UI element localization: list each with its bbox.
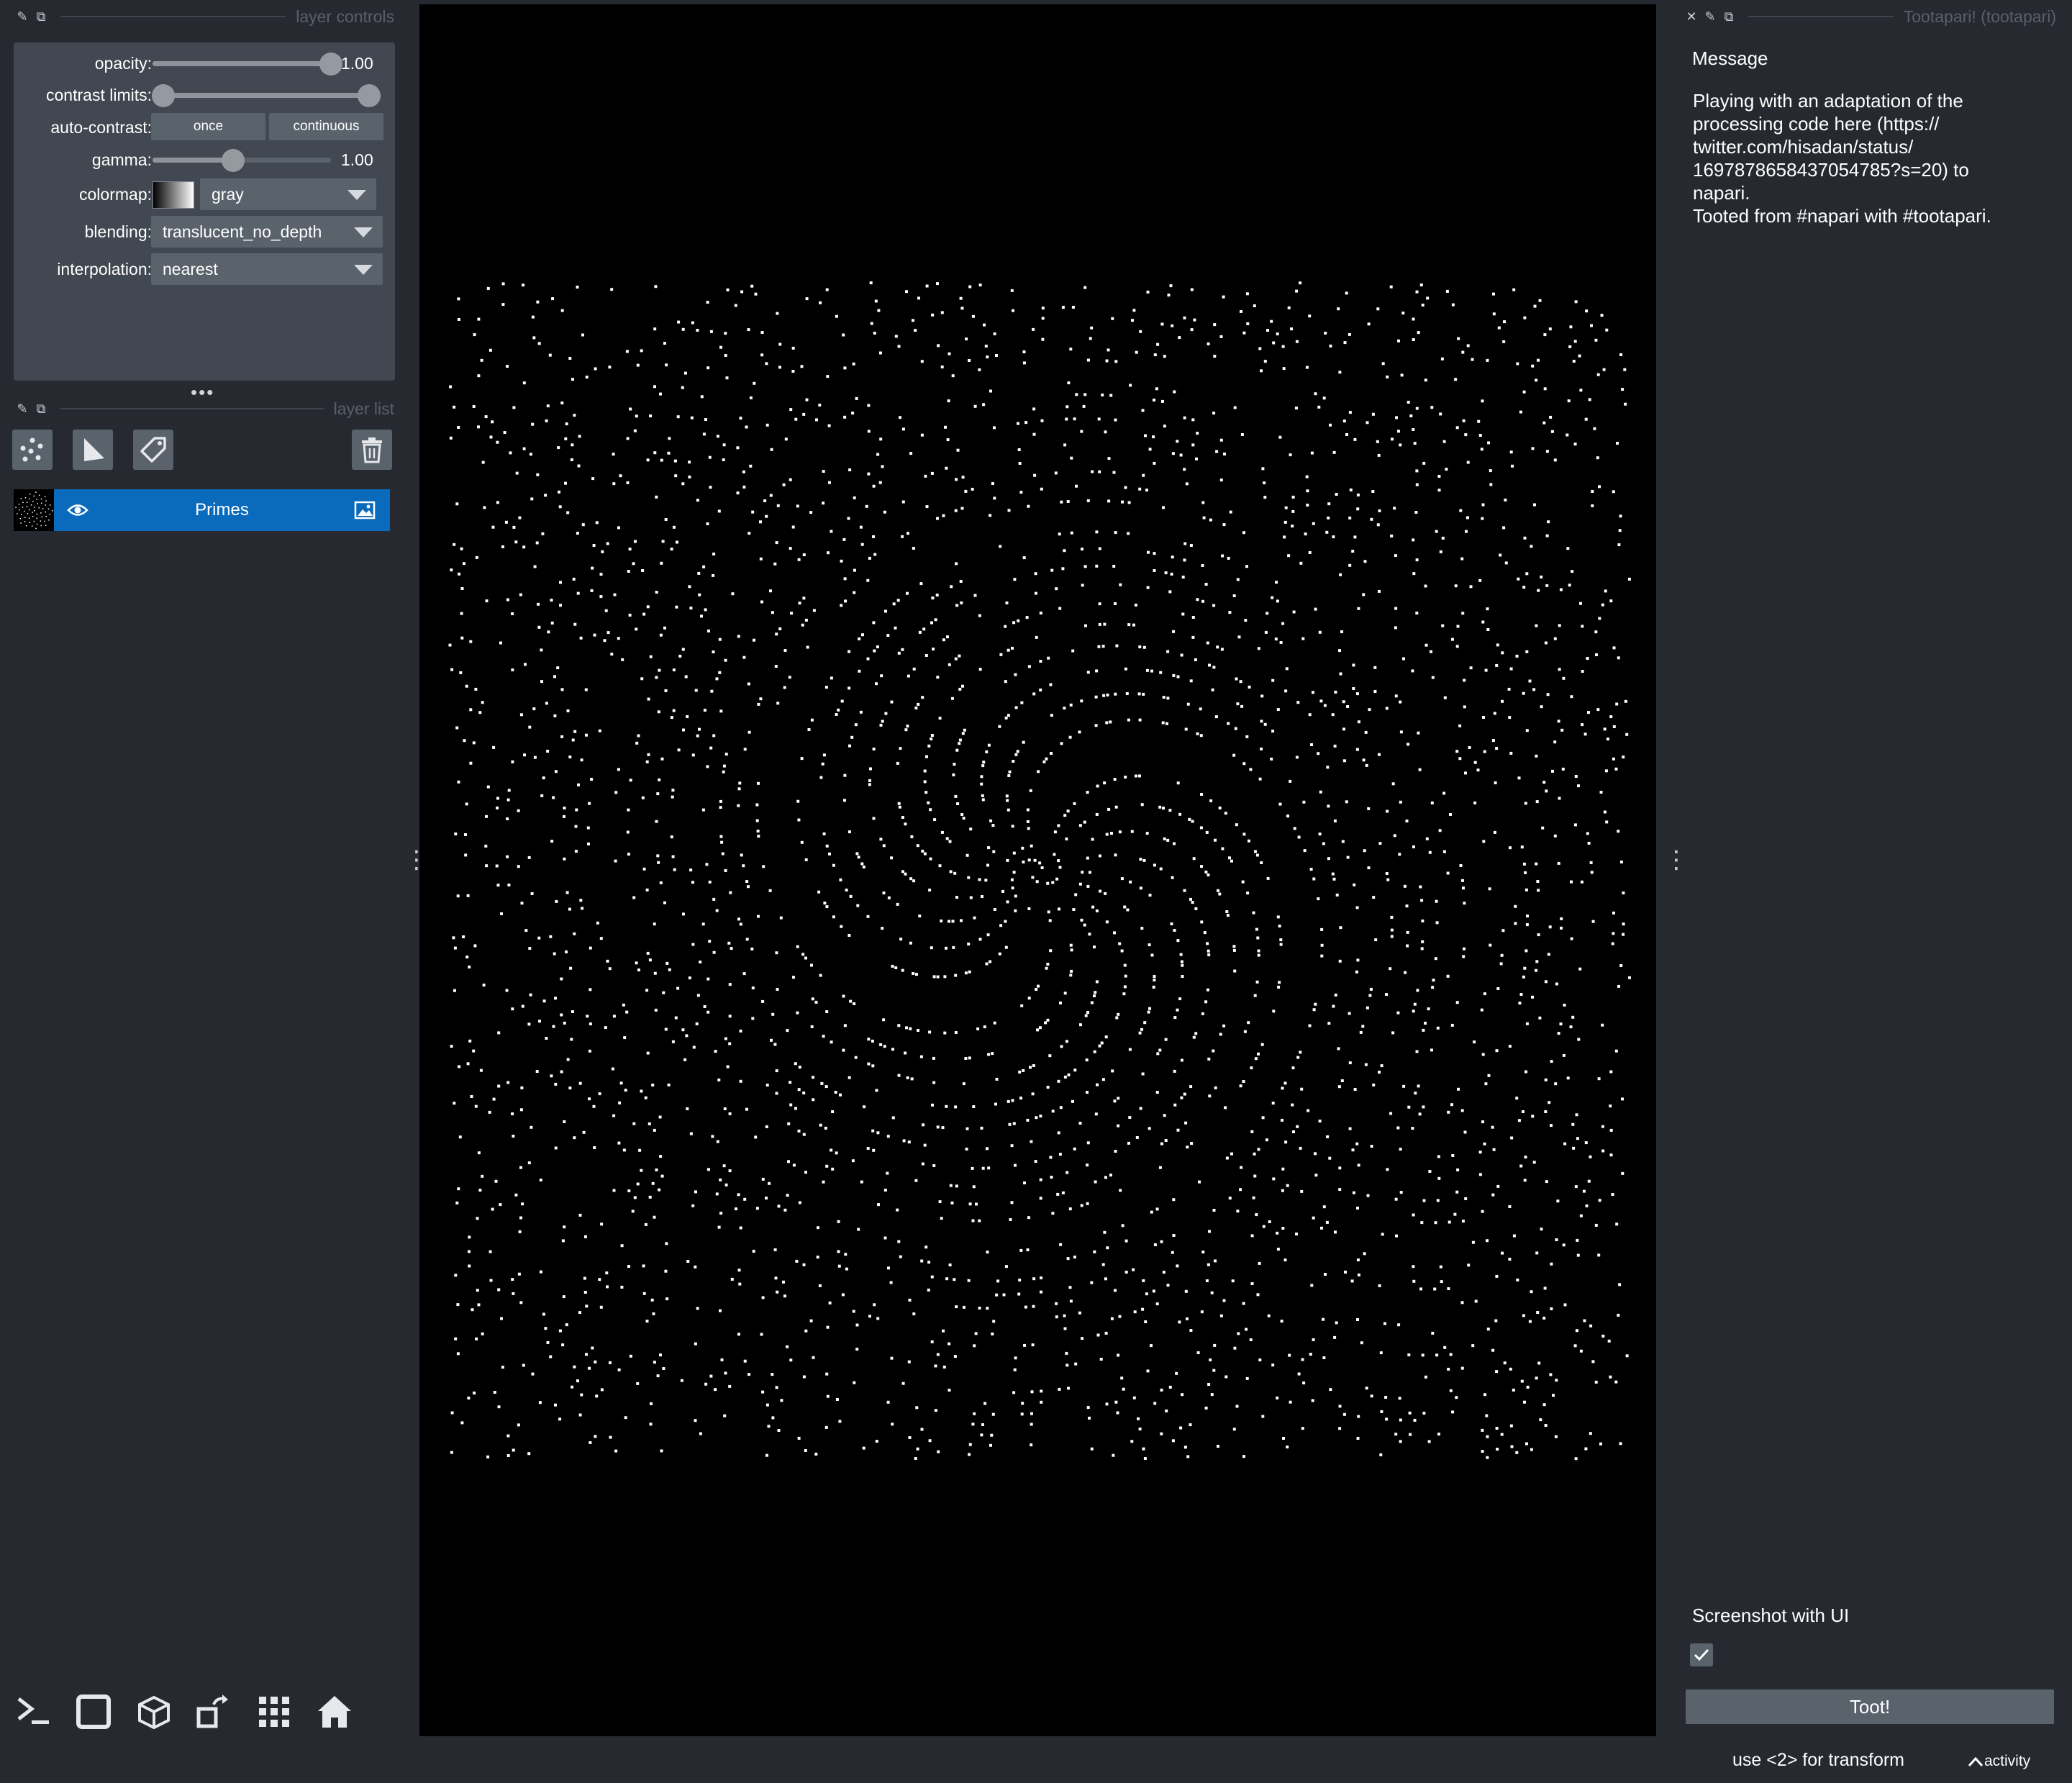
home-icon (318, 1696, 351, 1728)
message-textarea[interactable]: Playing with an adaptation of the proces… (1693, 89, 2045, 227)
left-splitter-handle[interactable]: ⋮ (404, 848, 429, 872)
delete-layer-button[interactable] (352, 430, 392, 470)
undock-icon[interactable]: ⧉ (32, 7, 50, 26)
auto-contrast-continuous-button[interactable]: continuous (269, 113, 383, 140)
colormap-dropdown[interactable]: gray (200, 178, 376, 210)
new-points-layer-button[interactable] (12, 430, 53, 470)
interpolation-row: interpolation: nearest (14, 253, 395, 285)
home-button[interactable] (313, 1690, 356, 1733)
toggle-2d-3d-button[interactable] (72, 1690, 115, 1733)
console-icon (17, 1697, 49, 1724)
undock-icon[interactable]: ⧉ (32, 399, 50, 418)
activity-label: activity (1984, 1753, 2031, 1769)
chevron-down-icon (354, 227, 373, 237)
message-label: Message (1692, 47, 1768, 69)
tootapari-titlebar: ✕ ✎ ⧉ Tootapari! (tootapari) (1682, 2, 2056, 31)
screenshot-label: Screenshot with UI (1692, 1605, 1850, 1626)
interpolation-dropdown[interactable]: nearest (151, 253, 383, 285)
auto-contrast-label: auto-contrast: (50, 118, 152, 137)
titlebar-rule (1748, 16, 1894, 17)
trash-icon (362, 437, 382, 463)
layer-controls-title: layer controls (296, 6, 394, 26)
contrast-limits-slider[interactable] (152, 84, 381, 107)
gamma-value: 1.00 (341, 150, 373, 169)
toot-button[interactable]: Toot! (1686, 1689, 2054, 1724)
grid-icon (259, 1697, 289, 1727)
titlebar-rule (60, 16, 286, 17)
auto-contrast-once-button[interactable]: once (151, 113, 265, 140)
points-icon (20, 437, 43, 462)
colormap-value: gray (212, 185, 244, 204)
contrast-limits-high-handle[interactable] (358, 84, 381, 107)
console-button[interactable] (12, 1690, 55, 1733)
blending-value: translucent_no_depth (163, 222, 322, 241)
colormap-row: colormap: gray (14, 178, 395, 210)
undock-icon[interactable]: ⧉ (1719, 7, 1738, 26)
blending-row: blending: translucent_no_depth (14, 216, 395, 248)
primes-image (448, 281, 1631, 1461)
gamma-slider-fill (153, 158, 233, 163)
checkmark-icon (1694, 1648, 1709, 1661)
close-icon[interactable]: ✕ (1682, 7, 1701, 26)
chevron-up-icon (1968, 1757, 1984, 1767)
layer-list-titlebar: ✎ ⧉ layer list (13, 394, 394, 423)
opacity-slider-fill (153, 61, 331, 66)
blending-dropdown[interactable]: translucent_no_depth (151, 216, 383, 248)
float-icon[interactable]: ✎ (13, 399, 32, 418)
status-hint: use <2> for transform (1732, 1750, 1905, 1770)
contrast-limits-low-handle[interactable] (152, 84, 175, 107)
colormap-label: colormap: (79, 185, 152, 204)
float-icon[interactable]: ✎ (13, 7, 32, 26)
float-icon[interactable]: ✎ (1701, 7, 1719, 26)
right-splitter-handle[interactable]: ⋮ (1664, 848, 1689, 872)
opacity-slider-handle[interactable] (319, 53, 342, 76)
square-icon (76, 1694, 111, 1729)
image-layer-icon (354, 501, 376, 520)
chevron-down-icon (347, 190, 366, 200)
eye-icon[interactable] (67, 501, 88, 520)
layer-thumbnail (14, 489, 54, 531)
opacity-row: opacity: 1.00 (14, 47, 395, 79)
chevron-down-icon (354, 265, 373, 275)
blending-label: blending: (84, 222, 152, 241)
screenshot-checkbox[interactable] (1690, 1643, 1713, 1666)
colormap-swatch (153, 181, 194, 209)
new-shapes-layer-button[interactable] (73, 430, 113, 470)
contrast-limits-fill (163, 93, 369, 98)
layer-controls-titlebar: ✎ ⧉ layer controls (13, 2, 394, 31)
gamma-slider[interactable] (153, 149, 331, 172)
transpose-dimensions-button[interactable] (192, 1690, 235, 1733)
activity-toggle[interactable]: activity (1967, 1753, 2030, 1770)
new-labels-layer-button[interactable] (133, 430, 173, 470)
gamma-label: gamma: (91, 150, 152, 169)
tag-icon (140, 437, 166, 463)
layer-item-primes-row[interactable]: Primes (54, 489, 390, 531)
roll-dimensions-button[interactable] (132, 1690, 176, 1733)
tootapari-title: Tootapari! (tootapari) (1903, 6, 2056, 26)
napari-window: ✎ ⧉ layer controls opacity: 1.00 contras… (0, 0, 2072, 1783)
contrast-limits-label: contrast limits: (46, 86, 152, 104)
cube-icon (138, 1695, 170, 1730)
gamma-row: gamma: 1.00 (14, 144, 395, 176)
auto-contrast-row: auto-contrast: once continuous (14, 112, 395, 143)
opacity-value: 1.00 (341, 54, 373, 73)
interpolation-label: interpolation: (57, 260, 152, 278)
layer-name: Primes (195, 500, 249, 520)
interpolation-value: nearest (163, 260, 218, 278)
layer-controls-panel: opacity: 1.00 contrast limits: auto-cont… (14, 42, 395, 381)
shapes-icon (84, 438, 104, 461)
layer-list-title: layer list (333, 399, 394, 418)
titlebar-rule (60, 408, 324, 409)
opacity-slider[interactable] (153, 53, 342, 76)
transpose-icon (196, 1694, 228, 1728)
grid-mode-button[interactable] (253, 1690, 296, 1733)
viewer-canvas[interactable] (419, 4, 1656, 1736)
opacity-label: opacity: (94, 54, 152, 73)
contrast-limits-row: contrast limits: (14, 79, 395, 111)
layer-item-primes[interactable]: Primes (14, 489, 390, 531)
gamma-slider-handle[interactable] (221, 149, 245, 172)
